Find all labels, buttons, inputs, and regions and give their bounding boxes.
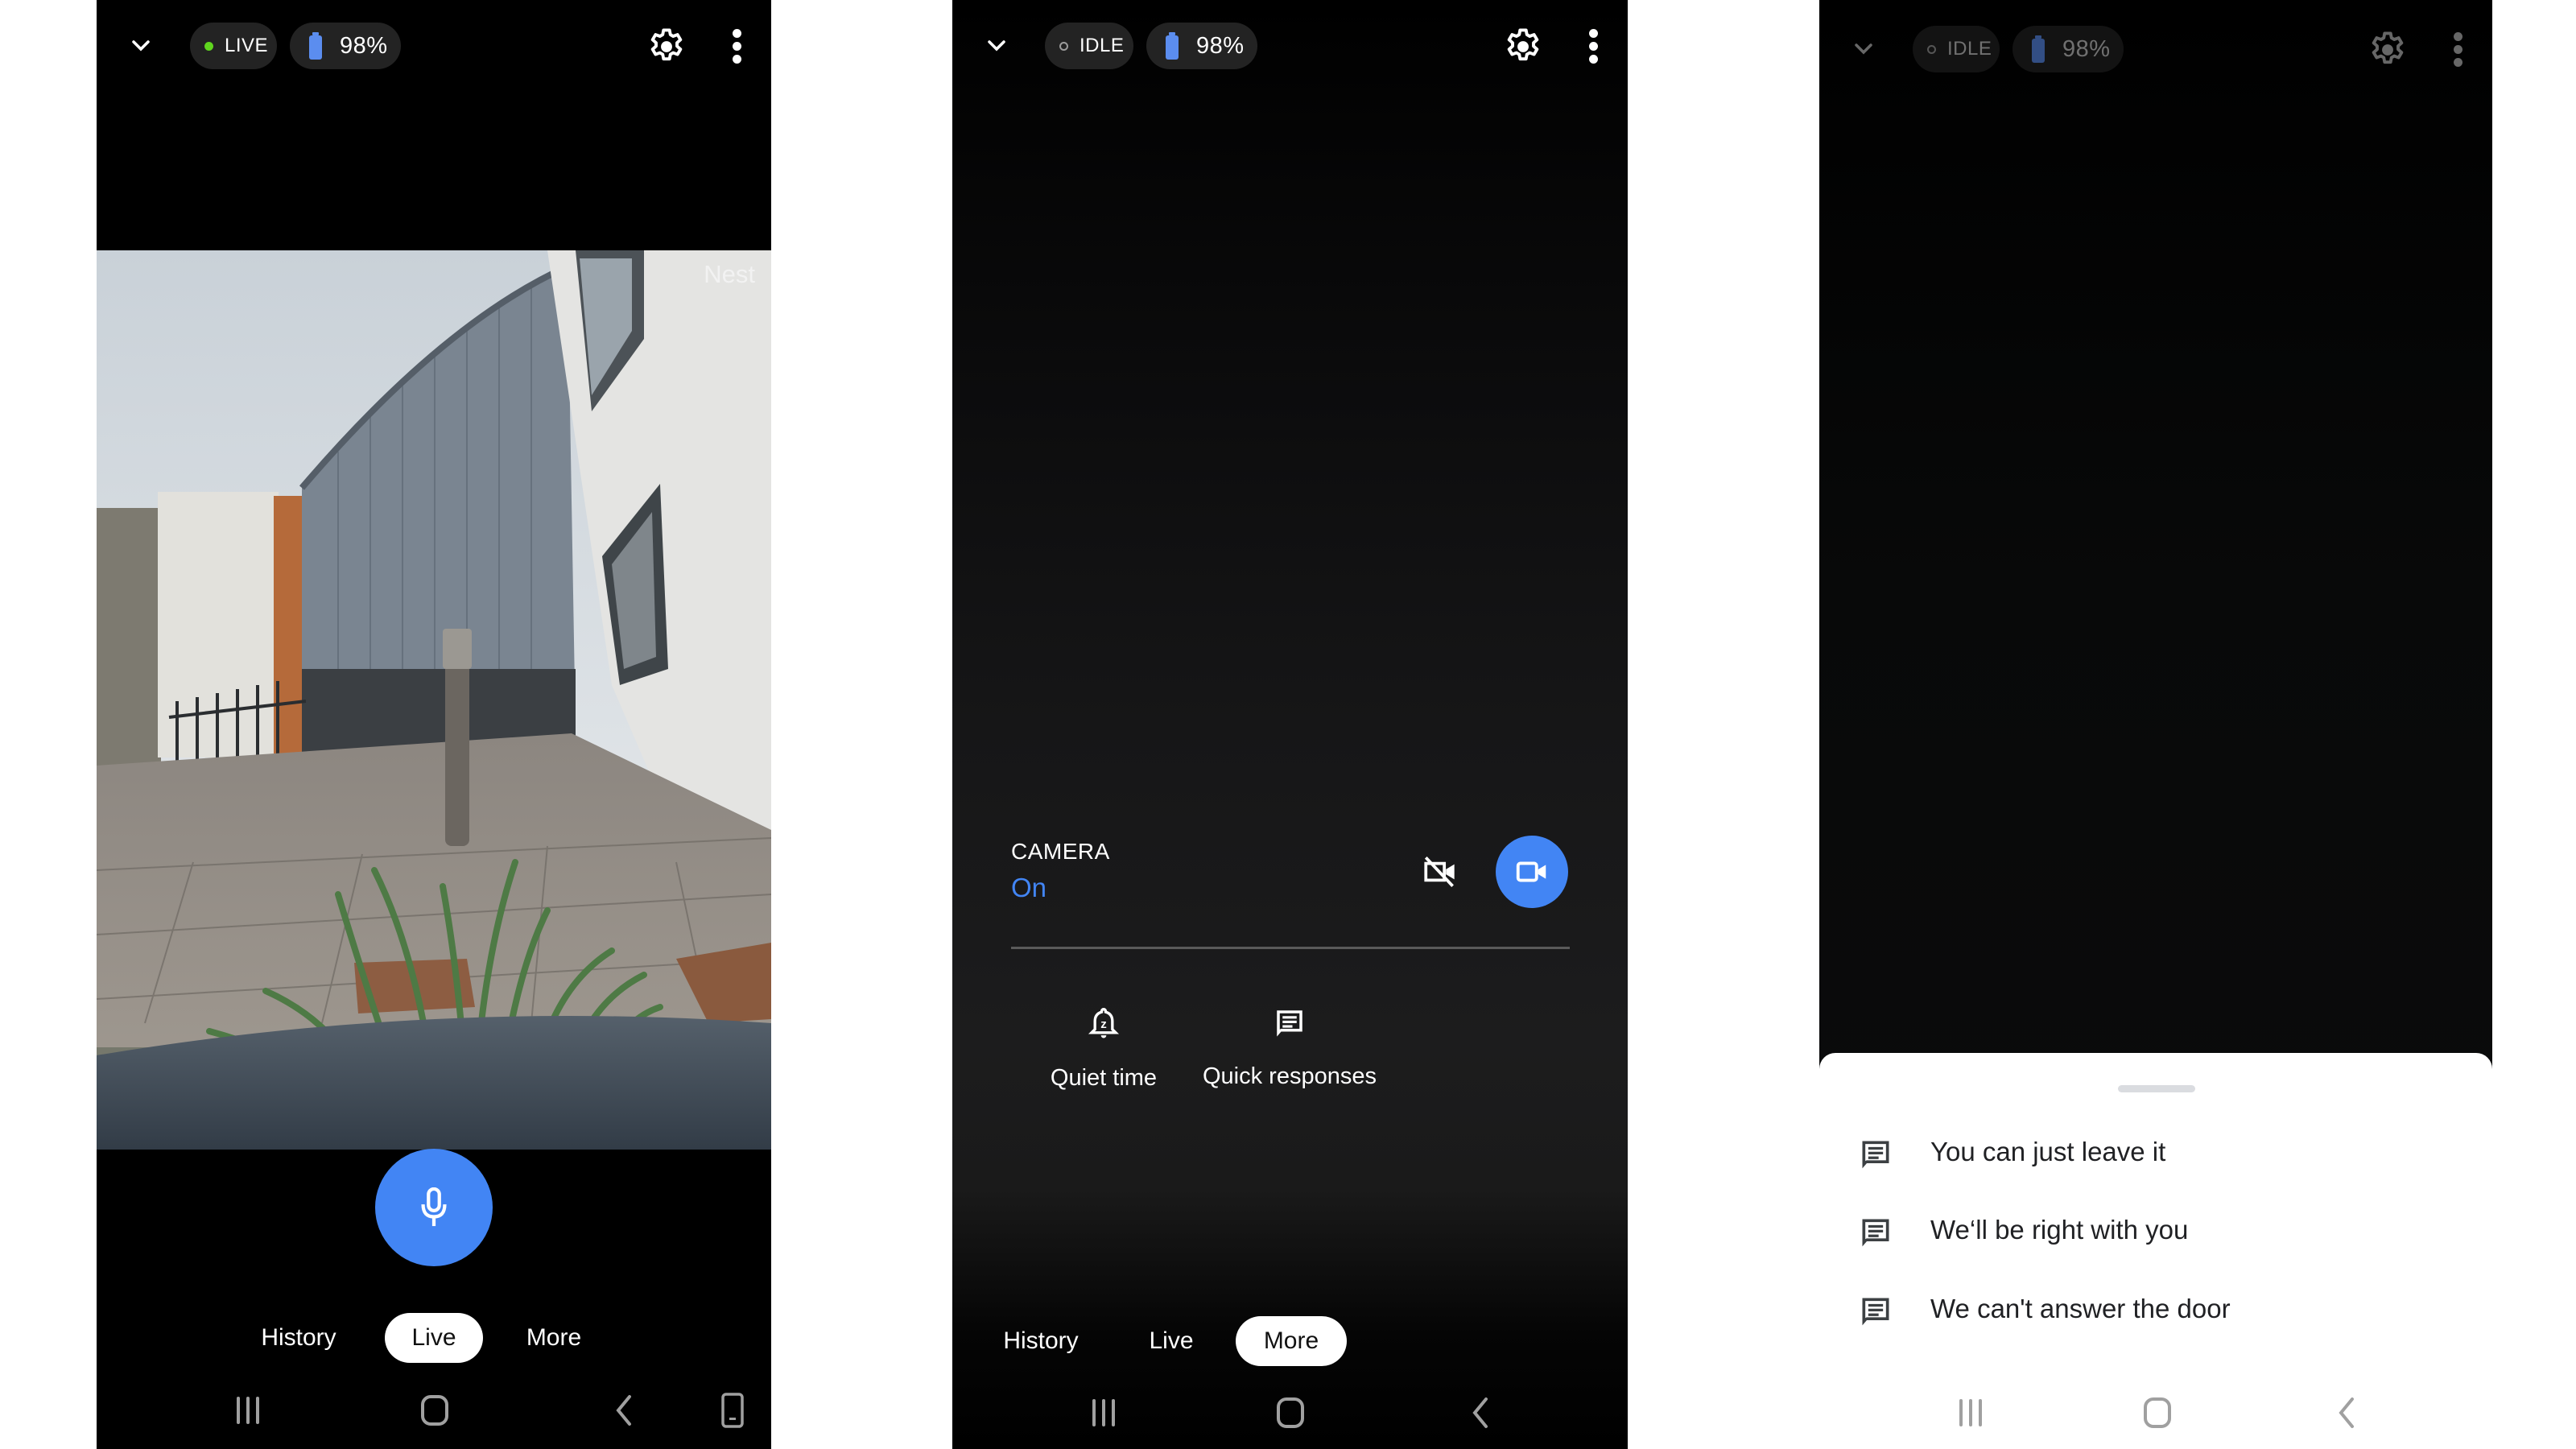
quick-response-item[interactable]: We can't answer the door	[1819, 1286, 2492, 1350]
bottom-tabs: History Live More	[97, 1313, 771, 1363]
more-vert-icon[interactable]	[1589, 29, 1599, 64]
status-badge: LIVE	[190, 23, 277, 69]
battery-badge: 98%	[1146, 23, 1257, 69]
idle-dot-icon	[1059, 41, 1068, 51]
camera-on-button[interactable]	[1496, 836, 1568, 908]
system-nav-bar	[952, 1393, 1628, 1433]
system-nav-bar	[97, 1390, 771, 1430]
tab-history[interactable]: History	[246, 1313, 351, 1363]
recent-apps-icon[interactable]	[1956, 1393, 1985, 1433]
tab-live[interactable]: Live	[385, 1313, 483, 1363]
quiet-time-button[interactable]: z Quiet time	[1033, 1006, 1174, 1092]
status-text: IDLE	[1947, 38, 1992, 60]
microphone-icon	[421, 1187, 447, 1227]
home-icon[interactable]	[2141, 1393, 2174, 1433]
svg-text:z: z	[1100, 1018, 1107, 1031]
top-bar: IDLE 98%	[952, 18, 1628, 74]
quick-response-text: We‘ll be right with you	[1930, 1215, 2189, 1245]
battery-level: 98%	[340, 32, 388, 59]
gear-icon[interactable]	[2367, 29, 2409, 71]
battery-icon	[1166, 32, 1179, 60]
tab-history[interactable]: History	[985, 1316, 1097, 1366]
more-vert-icon[interactable]	[733, 29, 742, 64]
battery-level: 98%	[2062, 35, 2111, 62]
gear-icon[interactable]	[1502, 26, 1544, 68]
phone-screen-quick-responses: IDLE 98% You can just leave it We‘ll be …	[1819, 0, 2492, 1449]
status-badge: IDLE	[1913, 26, 2000, 72]
sheet-drag-handle[interactable]	[2118, 1085, 2195, 1092]
battery-icon	[2032, 35, 2045, 63]
divider	[1011, 947, 1570, 949]
battery-icon	[309, 32, 322, 60]
chevron-down-icon[interactable]	[985, 34, 1009, 58]
message-icon	[1858, 1215, 1893, 1250]
message-icon	[1858, 1137, 1893, 1172]
quick-response-item[interactable]: You can just leave it	[1819, 1129, 2492, 1193]
live-dot-icon	[204, 41, 213, 51]
top-bar: IDLE 98%	[1819, 21, 2492, 77]
quick-response-item[interactable]: We‘ll be right with you	[1819, 1207, 2492, 1271]
back-icon[interactable]	[2334, 1393, 2359, 1433]
quick-response-text: We can't answer the door	[1930, 1294, 2231, 1323]
quiet-time-label: Quiet time	[1050, 1065, 1158, 1091]
idle-dot-icon	[1927, 44, 1936, 54]
status-badge: IDLE	[1045, 23, 1133, 69]
recent-apps-icon[interactable]	[233, 1390, 262, 1430]
rotate-icon[interactable]	[720, 1390, 745, 1430]
home-icon[interactable]	[419, 1390, 451, 1430]
camera-feed[interactable]: Nest	[97, 250, 771, 1150]
top-bar: LIVE 98%	[97, 18, 771, 74]
tab-live[interactable]: Live	[1131, 1316, 1212, 1366]
bell-snooze-icon: z	[1088, 1007, 1120, 1038]
videocam-icon	[1516, 861, 1546, 882]
phone-screen-live: LIVE 98% Nest History Live More	[97, 0, 771, 1449]
back-icon[interactable]	[612, 1390, 636, 1430]
more-vert-icon[interactable]	[2454, 32, 2463, 68]
camera-scene-image	[97, 250, 771, 1150]
system-nav-bar	[1819, 1393, 2492, 1433]
camera-section-title: CAMERA	[1011, 839, 1110, 864]
gear-icon[interactable]	[646, 26, 687, 68]
message-icon	[1273, 1006, 1307, 1040]
battery-level: 98%	[1196, 32, 1245, 59]
tab-more[interactable]: More	[506, 1313, 602, 1363]
home-icon[interactable]	[1274, 1393, 1307, 1433]
quick-responses-sheet: You can just leave it We‘ll be right wit…	[1819, 1053, 2492, 1449]
chevron-down-icon[interactable]	[129, 34, 153, 58]
recent-apps-icon[interactable]	[1089, 1393, 1118, 1433]
battery-badge: 98%	[2013, 26, 2124, 72]
phone-screen-more: IDLE 98% CAMERA On z Quiet time Quick re…	[952, 0, 1628, 1449]
quick-response-text: You can just leave it	[1930, 1137, 2166, 1166]
quick-responses-button[interactable]: Quick responses	[1186, 1006, 1393, 1090]
tab-more[interactable]: More	[1236, 1316, 1347, 1366]
talk-button[interactable]	[375, 1149, 493, 1266]
status-text: IDLE	[1080, 35, 1125, 56]
message-icon	[1858, 1294, 1893, 1329]
quick-responses-label: Quick responses	[1203, 1063, 1377, 1089]
camera-watermark: Nest	[704, 260, 755, 288]
chevron-down-icon[interactable]	[1852, 37, 1876, 61]
status-text: LIVE	[225, 35, 269, 56]
back-icon[interactable]	[1468, 1393, 1492, 1433]
videocam-off-icon[interactable]	[1421, 852, 1461, 892]
bottom-tabs: History Live More	[952, 1316, 1628, 1366]
camera-state: On	[1011, 873, 1047, 902]
battery-badge: 98%	[290, 23, 401, 69]
